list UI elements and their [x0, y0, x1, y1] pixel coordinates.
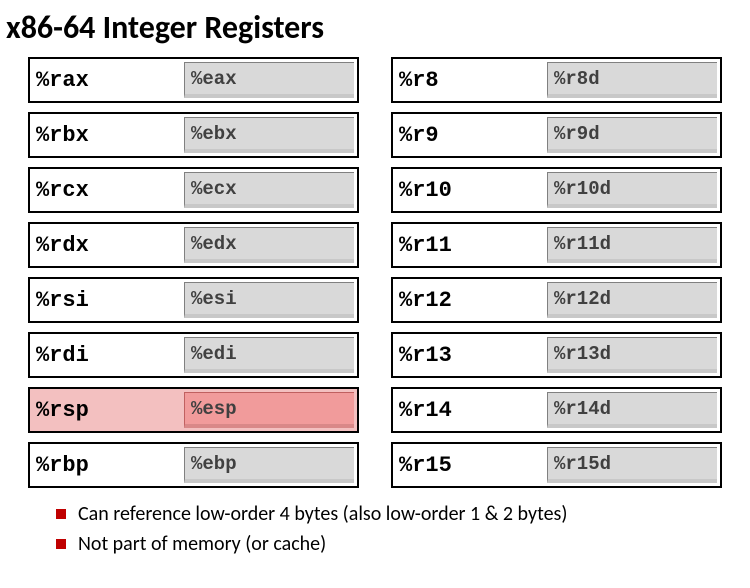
register-32bit: %r8d — [547, 62, 717, 98]
register-64bit: %r15 — [393, 444, 547, 486]
bullet-item: Not part of memory (or cache) — [56, 532, 750, 556]
register-64bit: %rdi — [30, 334, 184, 376]
register-64bit: %r9 — [393, 114, 547, 156]
bullet-text: Not part of memory (or cache) — [78, 532, 326, 556]
register-32bit: %esi — [184, 282, 354, 318]
bullet-icon — [56, 539, 66, 549]
register-32bit: %ecx — [184, 172, 354, 208]
register-row: %rdi%edi — [28, 332, 359, 378]
register-32bit: %r12d — [547, 282, 717, 318]
register-32bit: %ebx — [184, 117, 354, 153]
register-row: %rax%eax — [28, 57, 359, 103]
register-64bit: %r13 — [393, 334, 547, 376]
register-32bit: %r13d — [547, 337, 717, 373]
register-row: %rsp%esp — [28, 387, 359, 433]
register-64bit: %r10 — [393, 169, 547, 211]
register-row: %rsi%esi — [28, 277, 359, 323]
register-row: %rdx%edx — [28, 222, 359, 268]
register-row: %r8%r8d — [391, 57, 722, 103]
register-64bit: %r11 — [393, 224, 547, 266]
register-row: %r15%r15d — [391, 442, 722, 488]
register-64bit: %rbx — [30, 114, 184, 156]
register-row: %r13%r13d — [391, 332, 722, 378]
register-row: %r11%r11d — [391, 222, 722, 268]
slide-title: x86-64 Integer Registers — [0, 0, 750, 57]
register-64bit: %rdx — [30, 224, 184, 266]
register-64bit: %r14 — [393, 389, 547, 431]
register-32bit: %r11d — [547, 227, 717, 263]
bullet-icon — [56, 509, 66, 519]
bullet-text: Can reference low-order 4 bytes (also lo… — [78, 502, 567, 526]
register-32bit: %esp — [184, 392, 354, 428]
register-64bit: %r12 — [393, 279, 547, 321]
register-row: %rbx%ebx — [28, 112, 359, 158]
register-32bit: %edx — [184, 227, 354, 263]
register-row: %r12%r12d — [391, 277, 722, 323]
right-column: %r8%r8d%r9%r9d%r10%r10d%r11%r11d%r12%r12… — [391, 57, 722, 488]
register-columns: %rax%eax%rbx%ebx%rcx%ecx%rdx%edx%rsi%esi… — [0, 57, 750, 488]
register-64bit: %rsi — [30, 279, 184, 321]
register-row: %r9%r9d — [391, 112, 722, 158]
register-32bit: %ebp — [184, 447, 354, 483]
register-64bit: %rbp — [30, 444, 184, 486]
register-32bit: %r10d — [547, 172, 717, 208]
register-row: %rcx%ecx — [28, 167, 359, 213]
register-64bit: %rax — [30, 59, 184, 101]
register-row: %r14%r14d — [391, 387, 722, 433]
register-row: %rbp%ebp — [28, 442, 359, 488]
register-32bit: %edi — [184, 337, 354, 373]
register-32bit: %r15d — [547, 447, 717, 483]
bullet-list: Can reference low-order 4 bytes (also lo… — [0, 488, 750, 556]
register-32bit: %r14d — [547, 392, 717, 428]
register-64bit: %rsp — [30, 389, 184, 431]
register-32bit: %r9d — [547, 117, 717, 153]
bullet-item: Can reference low-order 4 bytes (also lo… — [56, 502, 750, 526]
register-64bit: %r8 — [393, 59, 547, 101]
register-row: %r10%r10d — [391, 167, 722, 213]
register-32bit: %eax — [184, 62, 354, 98]
register-64bit: %rcx — [30, 169, 184, 211]
left-column: %rax%eax%rbx%ebx%rcx%ecx%rdx%edx%rsi%esi… — [28, 57, 359, 488]
